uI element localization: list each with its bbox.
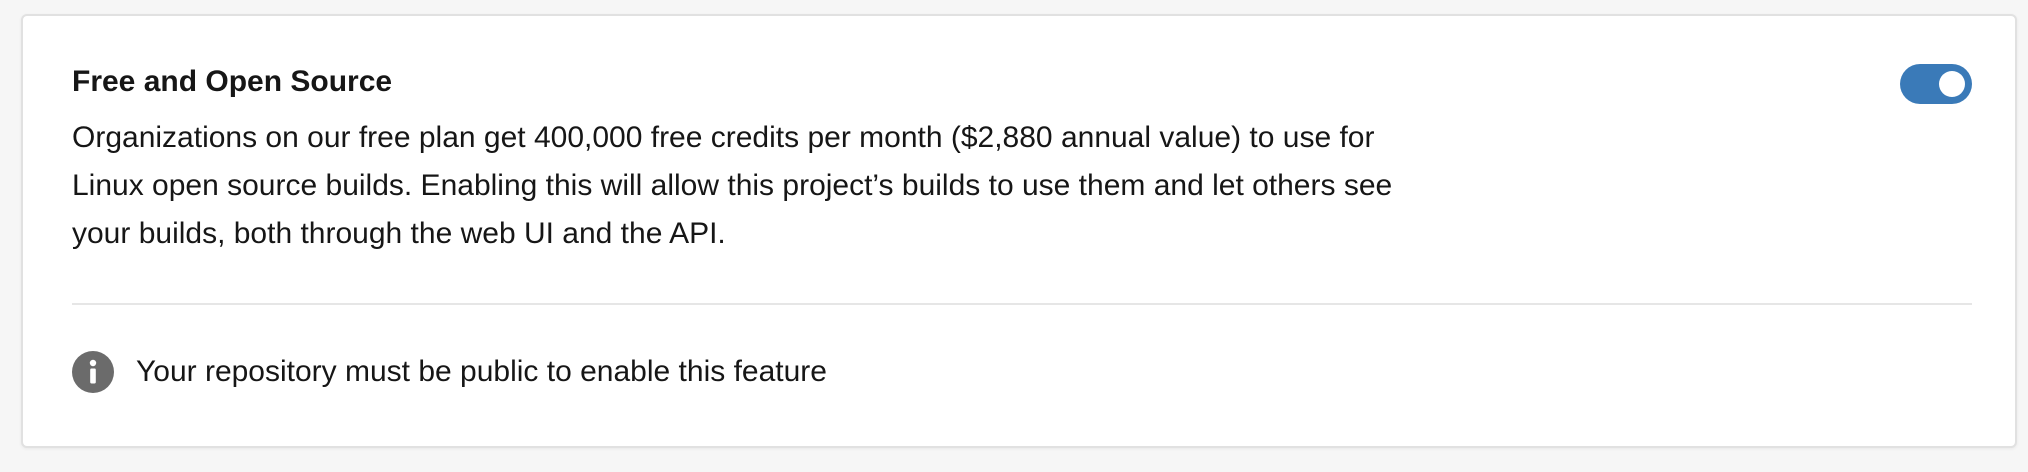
info-icon <box>72 351 114 393</box>
free-open-source-toggle[interactable] <box>1900 64 1972 104</box>
setting-card: Free and Open Source Organizations on ou… <box>21 14 2017 448</box>
divider <box>72 303 1972 305</box>
setting-description: Organizations on our free plan get 400,0… <box>72 121 1393 250</box>
info-notice-text: Your repository must be public to enable… <box>136 355 827 388</box>
info-notice: Your repository must be public to enable… <box>72 351 827 393</box>
toggle-knob <box>1939 71 1965 97</box>
setting-title: Free and Open Source <box>72 65 393 98</box>
